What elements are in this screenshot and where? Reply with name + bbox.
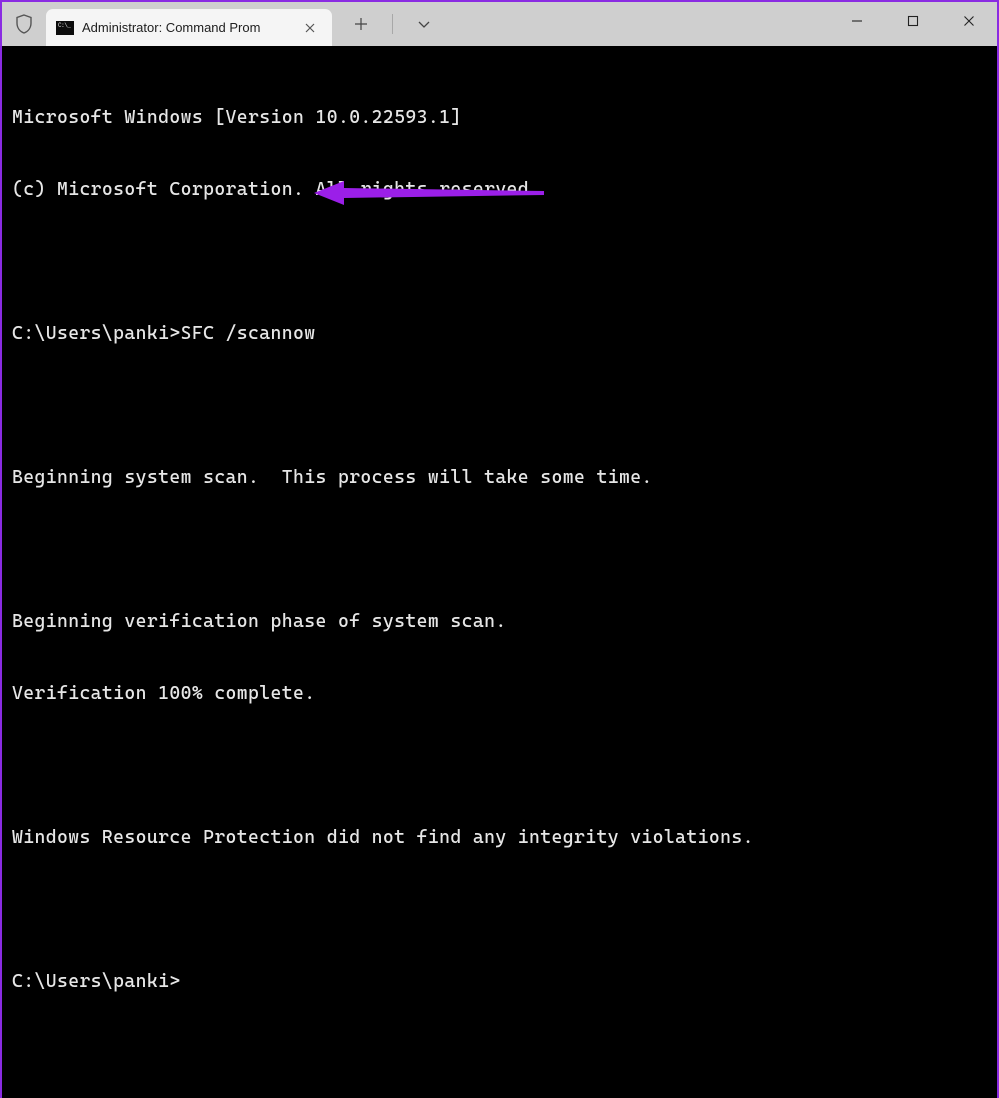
active-tab[interactable]: C:\_ Administrator: Command Prom [46, 9, 332, 46]
tab-close-button[interactable] [300, 18, 320, 38]
window-controls [829, 2, 997, 40]
tab-dropdown-button[interactable] [417, 17, 431, 31]
maximize-button[interactable] [885, 2, 941, 40]
tab-title: Administrator: Command Prom [82, 20, 292, 35]
terminal-line [12, 754, 989, 778]
terminal-line [12, 538, 989, 562]
maximize-icon [907, 15, 919, 27]
chevron-down-icon [417, 17, 431, 31]
close-window-button[interactable] [941, 2, 997, 40]
terminal-line: Beginning verification phase of system s… [12, 610, 989, 634]
app-shield-area [2, 2, 46, 46]
terminal-line: Beginning system scan. This process will… [12, 466, 989, 490]
terminal-body[interactable]: Microsoft Windows [Version 10.0.22593.1]… [2, 46, 997, 1098]
terminal-line: Verification 100% complete. [12, 682, 989, 706]
tab-actions [332, 2, 431, 46]
terminal-line [12, 898, 989, 922]
terminal-window: C:\_ Administrator: Command Prom [2, 2, 997, 643]
close-icon [963, 15, 975, 27]
titlebar[interactable]: C:\_ Administrator: Command Prom [2, 2, 997, 46]
terminal-line: C:\Users\panki>SFC /scannow [12, 322, 989, 346]
close-icon [305, 23, 315, 33]
minimize-button[interactable] [829, 2, 885, 40]
divider [392, 14, 393, 34]
plus-icon [354, 17, 368, 31]
terminal-line: Microsoft Windows [Version 10.0.22593.1] [12, 106, 989, 130]
terminal-line: (c) Microsoft Corporation. All rights re… [12, 178, 989, 202]
cmd-tab-icon: C:\_ [56, 21, 74, 35]
terminal-line: Windows Resource Protection did not find… [12, 826, 989, 850]
new-tab-button[interactable] [354, 17, 368, 31]
shield-icon [15, 14, 33, 34]
terminal-line: C:\Users\panki> [12, 970, 989, 994]
terminal-line [12, 250, 989, 274]
minimize-icon [851, 15, 863, 27]
terminal-line [12, 394, 989, 418]
